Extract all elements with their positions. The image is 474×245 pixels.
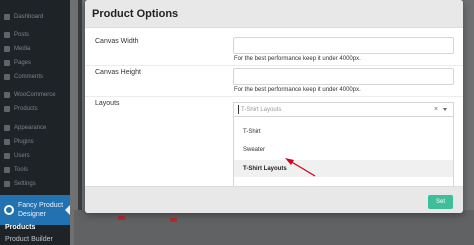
modal-footer: Set xyxy=(85,186,463,213)
sidebar-active-label: Fancy Product Designer xyxy=(18,201,63,219)
sidebar-subitem-products[interactable]: Products xyxy=(0,224,70,231)
set-button[interactable]: Set xyxy=(428,195,453,209)
sidebar-item-label: WooCommerce xyxy=(14,92,56,98)
sidebar-item-label: Appearance xyxy=(14,125,47,131)
canvas-height-hint: For the best performance keep it under 4… xyxy=(234,87,361,93)
sidebar-item-appearance[interactable]: Appearance xyxy=(0,121,70,135)
sidebar-item-label: Plugins xyxy=(14,139,34,145)
wrench-icon xyxy=(4,167,10,173)
sidebar-item-dashboard[interactable]: Dashboard xyxy=(0,10,70,24)
woo-icon xyxy=(4,92,10,98)
sidebar-item-label: Settings xyxy=(14,181,36,187)
text-cursor xyxy=(238,105,239,114)
plugin-icon xyxy=(4,139,10,145)
brush-icon xyxy=(4,125,10,131)
sidebar-item-label: Dashboard xyxy=(14,14,44,20)
sidebar-active-label-line1: Fancy Product xyxy=(18,202,64,209)
sidebar-item-plugins[interactable]: Plugins xyxy=(0,135,70,149)
canvas-width-label: Canvas Width xyxy=(95,38,139,45)
canvas-height-input[interactable] xyxy=(233,68,454,85)
admin-sidebar: Dashboard Posts Media Pages Comments Woo… xyxy=(0,0,70,245)
user-icon xyxy=(4,153,10,159)
sidebar-item-settings[interactable]: Settings xyxy=(0,177,70,191)
media-icon xyxy=(4,46,10,52)
sidebar-item-label: Users xyxy=(14,153,30,159)
sidebar-item-posts[interactable]: Posts xyxy=(0,28,70,42)
sidebar-active-label-line2: Designer xyxy=(18,211,47,218)
current-menu-arrow xyxy=(65,205,70,215)
layouts-option-t-shirt-layouts[interactable]: T-Shirt Layouts xyxy=(234,160,453,177)
row-divider xyxy=(85,65,463,66)
sidebar-item-label: Products xyxy=(14,106,38,112)
row-divider xyxy=(85,96,463,97)
fancy-product-designer-icon xyxy=(4,205,14,215)
layouts-option-sweater[interactable]: Sweater xyxy=(234,141,453,158)
page-icon xyxy=(4,60,10,66)
sidebar-item-tools[interactable]: Tools xyxy=(0,163,70,177)
content-divider xyxy=(78,0,82,245)
sidebar-item-woocommerce[interactable]: WooCommerce xyxy=(0,88,70,102)
modal-body: Canvas Width For the best performance ke… xyxy=(85,28,463,193)
modal-title: Product Options xyxy=(92,7,179,20)
sidebar-item-comments[interactable]: Comments xyxy=(0,70,70,84)
layouts-label: Layouts xyxy=(95,100,120,107)
sidebar-item-users[interactable]: Users xyxy=(0,149,70,163)
sidebar-item-products[interactable]: Products xyxy=(0,102,70,116)
background-delete-marker xyxy=(118,216,125,220)
layouts-select-value: T-Shirt Layouts xyxy=(241,106,282,113)
sidebar-subitem-product-builder[interactable]: Product Builder xyxy=(0,236,70,243)
dashboard-icon xyxy=(4,14,10,20)
clear-selection-icon[interactable]: × xyxy=(434,106,441,113)
background-table-row xyxy=(74,210,474,245)
sidebar-item-label: Media xyxy=(14,46,31,52)
canvas-width-input[interactable] xyxy=(233,37,454,54)
canvas-width-hint: For the best performance keep it under 4… xyxy=(234,56,361,62)
layouts-dropdown: T-Shirt Sweater T-Shirt Layouts xyxy=(233,116,454,193)
product-icon xyxy=(4,106,10,112)
sidebar-item-media[interactable]: Media xyxy=(0,42,70,56)
settings-icon xyxy=(4,181,10,187)
sidebar-item-label: Pages xyxy=(14,60,32,66)
layouts-select[interactable]: T-Shirt Layouts × xyxy=(233,102,454,116)
sidebar-item-fancy-product-designer[interactable]: Fancy Product Designer xyxy=(0,195,70,225)
sidebar-item-label: Comments xyxy=(14,74,44,80)
pin-icon xyxy=(4,32,10,38)
chevron-down-icon[interactable] xyxy=(443,108,447,111)
sidebar-item-label: Tools xyxy=(14,167,29,173)
comment-icon xyxy=(4,74,10,80)
canvas-height-label: Canvas Height xyxy=(95,69,141,76)
background-delete-marker xyxy=(170,218,177,222)
layouts-option-t-shirt[interactable]: T-Shirt xyxy=(234,123,453,140)
product-options-modal: Product Options Canvas Width For the bes… xyxy=(85,0,463,213)
modal-header: Product Options xyxy=(85,0,463,28)
sidebar-item-pages[interactable]: Pages xyxy=(0,56,70,70)
sidebar-item-label: Posts xyxy=(14,32,30,38)
